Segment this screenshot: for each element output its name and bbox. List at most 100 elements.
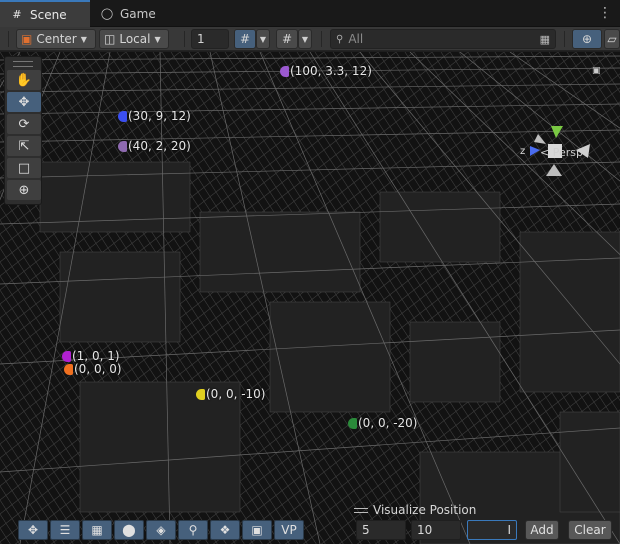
tab-bar: # Scene ◯ Game ⋮ (0, 0, 620, 27)
rotate-icon: ⟳ (18, 116, 30, 132)
grid-snap-button[interactable]: # (234, 29, 256, 49)
cube-icon: ◫ (104, 32, 116, 46)
search-input[interactable]: ⚲ All ▦ (330, 29, 556, 49)
hand-icon: ✋ (15, 72, 33, 88)
search-icon: ⚲ (336, 33, 344, 45)
marker-label: (0, 0, 0) (74, 362, 122, 376)
lock-icon[interactable]: ▣ (592, 66, 601, 76)
network-icon: ❖ (219, 523, 231, 537)
camera-icon: ▣ (251, 523, 263, 537)
overlay-toolbar: ✥ ☰ ▦ ⬤ ◈ ⚲ ❖ ▣ VP (18, 518, 304, 542)
pivot-dropdown[interactable]: ▣ Center ▼ (16, 29, 96, 49)
space-dropdown[interactable]: ◫ Local ▼ (99, 29, 169, 49)
move-icon: ✥ (18, 94, 30, 110)
visualize-title[interactable]: Visualize Position (354, 503, 476, 517)
filter-icon: ▦ (539, 32, 550, 46)
palette-grip[interactable] (13, 61, 33, 67)
position-marker[interactable]: (100, 3.3, 12) (280, 64, 372, 78)
toolbar-divider (184, 31, 185, 47)
sphere-overlay-button[interactable]: ⬤ (114, 520, 144, 540)
marker-icon (64, 363, 73, 375)
hatch-overlay-button[interactable]: ▦ (82, 520, 112, 540)
chevron-down-icon: ▼ (154, 34, 161, 44)
marker-label: (100, 3.3, 12) (290, 64, 372, 78)
pivot-label: Center (36, 32, 77, 46)
position-marker[interactable]: (0, 0, 0) (64, 362, 122, 376)
position-y-field[interactable]: 10 (411, 520, 461, 540)
position-marker[interactable]: (30, 9, 12) (118, 109, 191, 123)
marker-icon (280, 65, 289, 77)
transform-tool-button[interactable]: ⊕ (7, 180, 41, 200)
rotate-tool-button[interactable]: ⟳ (7, 114, 41, 134)
orientation-toggle-button[interactable]: ⊕ (572, 29, 602, 49)
position-marker[interactable]: (1, 0, 1) (62, 349, 120, 363)
increment-snap-dropdown[interactable]: ▼ (298, 29, 312, 49)
increment-snap-button[interactable]: # (276, 29, 298, 49)
tab-scene[interactable]: # Scene (0, 0, 90, 27)
grid-size-field[interactable]: 1 (191, 29, 229, 49)
y-axis-cone[interactable] (551, 126, 563, 138)
add-button[interactable]: Add (525, 520, 559, 540)
marker-icon (348, 417, 357, 429)
magnifier-icon: ⚲ (188, 523, 198, 537)
toolbar-divider (321, 31, 322, 47)
move-tool-button[interactable]: ✥ (7, 92, 41, 112)
move-overlay-button[interactable]: ✥ (18, 520, 48, 540)
tab-game[interactable]: ◯ Game (90, 0, 170, 27)
rect-tool-button[interactable]: □ (7, 158, 41, 178)
toolbar-divider (8, 31, 9, 47)
grid-snap-icon: # (239, 32, 251, 46)
scale-icon: ⇱ (18, 138, 30, 154)
sliders-icon: ☰ (59, 523, 71, 537)
increment-snap-icon: # (281, 32, 293, 46)
scene-viewport[interactable]: ▣ y z < Persp (100, 3.3, 12) (30, 9, 12)… (0, 52, 620, 544)
toolbar-divider (564, 31, 565, 47)
visualize-position-panel: Visualize Position 5 10 I Add Clear (354, 503, 616, 541)
gizmo-y-label: y (558, 124, 564, 125)
clear-button[interactable]: Clear (568, 520, 612, 540)
text-cursor-icon: I (507, 523, 511, 537)
more-options-icon[interactable]: ⋮ (598, 5, 612, 21)
scale-tool-button[interactable]: ⇱ (7, 136, 41, 156)
search-overlay-button[interactable]: ⚲ (178, 520, 208, 540)
globe-icon: ⊕ (581, 32, 593, 46)
position-marker[interactable]: (0, 0, -10) (196, 387, 266, 401)
marker-label: (40, 2, 20) (128, 139, 191, 153)
gizmo-z-label: z (520, 146, 525, 157)
overflow-icon: ▱ (607, 32, 617, 46)
projection-label[interactable]: < Persp (540, 146, 583, 159)
vp-overlay-button[interactable]: VP (274, 520, 304, 540)
z-axis-cone[interactable] (530, 146, 540, 156)
y-neg-axis-cone[interactable] (546, 164, 562, 176)
marker-label: (1, 0, 1) (72, 349, 120, 363)
layers-overlay-button[interactable]: ◈ (146, 520, 176, 540)
position-z-field[interactable]: I (467, 520, 517, 540)
camera-overlay-button[interactable]: ▣ (242, 520, 272, 540)
view-orientation-gizmo[interactable]: y z (518, 124, 598, 194)
panel-grip-icon (354, 507, 368, 513)
marker-label: (30, 9, 12) (128, 109, 191, 123)
move-icon: ✥ (27, 523, 39, 537)
tab-scene-label: Scene (30, 7, 67, 22)
tool-palette: ✋ ✥ ⟳ ⇱ □ ⊕ (4, 56, 42, 205)
grid-icon: # (12, 8, 22, 21)
transform-icon: ⊕ (18, 182, 30, 198)
marker-icon (118, 140, 127, 152)
hatch-icon: ▦ (91, 523, 103, 537)
tab-game-label: Game (120, 6, 156, 21)
position-marker[interactable]: (0, 0, -20) (348, 416, 418, 430)
position-x-field[interactable]: 5 (356, 520, 406, 540)
scene-toolbar: ▣ Center ▼ ◫ Local ▼ 1 # ▼ # ▼ ⚲ All ▦ ⊕… (0, 27, 620, 51)
chevron-down-icon: ▼ (301, 34, 309, 44)
position-marker[interactable]: (40, 2, 20) (118, 139, 191, 153)
x-neg-cone-2[interactable] (534, 134, 546, 144)
vp-label: VP (281, 523, 297, 537)
grid-snap-dropdown[interactable]: ▼ (256, 29, 270, 49)
overflow-button[interactable]: ▱ (604, 29, 620, 49)
hand-tool-button[interactable]: ✋ (7, 70, 41, 90)
network-overlay-button[interactable]: ❖ (210, 520, 240, 540)
sliders-overlay-button[interactable]: ☰ (50, 520, 80, 540)
space-label: Local (119, 32, 151, 46)
search-placeholder: All (348, 32, 364, 46)
layers-icon: ◈ (156, 523, 166, 537)
